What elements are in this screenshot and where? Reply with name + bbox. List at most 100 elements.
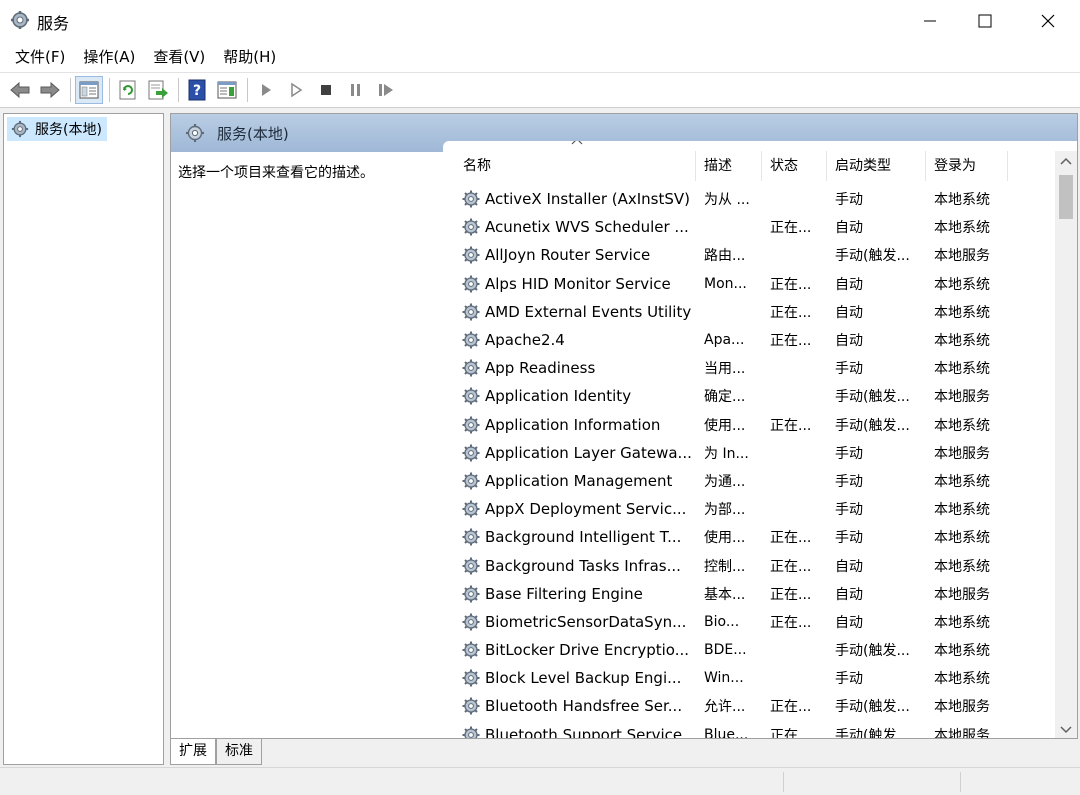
service-log-on-as: 本地系统 (934, 643, 990, 660)
tab-extended[interactable]: 扩展 (170, 739, 216, 765)
service-row[interactable]: BiometricSensorDataSyn... Bio... 正在... 自动 本地… (443, 608, 1063, 636)
toolbar-separator (109, 78, 110, 102)
service-row[interactable]: Application Identity 确定... 手动(触发... 本地服务 (443, 382, 1063, 410)
service-row[interactable]: BitLocker Drive Encryptio... BDE... 手动(触发.… (443, 636, 1063, 664)
menu-file[interactable]: 文件(F) (6, 42, 74, 72)
maximize-button[interactable] (955, 0, 1015, 42)
service-description: 使用... (704, 530, 746, 547)
description-prompt: 选择一个项目来查看它的描述。 (178, 165, 374, 181)
service-name: App Readiness (485, 359, 596, 378)
services-gear-icon (186, 124, 204, 142)
vertical-scrollbar[interactable] (1055, 151, 1077, 738)
title-bar: 服务 (0, 0, 1080, 42)
service-row[interactable]: Background Tasks Infras... 控制... 正在... 自动 本地… (443, 551, 1063, 579)
service-row[interactable]: AMD External Events Utility 正在... 自动 本地系统 (443, 298, 1063, 326)
status-bar-separator (960, 772, 961, 792)
help-button[interactable]: ? (183, 76, 211, 104)
service-log-on-as: 本地服务 (934, 699, 990, 716)
service-name: BiometricSensorDataSyn... (485, 612, 687, 631)
service-row[interactable]: Apache2.4 Apa... 正在... 自动 本地系统 (443, 326, 1063, 354)
service-log-on-as: 本地服务 (934, 445, 990, 462)
service-status: 正在... (770, 614, 812, 631)
service-row[interactable]: App Readiness 当用... 手动 本地系统 (443, 354, 1063, 382)
minimize-icon (924, 20, 936, 22)
service-startup-type: 手动 (835, 445, 863, 462)
service-gear-icon (462, 387, 480, 405)
service-name: Application Identity (485, 387, 632, 406)
menu-help[interactable]: 帮助(H) (214, 42, 285, 72)
service-startup-type: 手动 (835, 361, 863, 378)
properties-pane-button[interactable] (213, 76, 241, 104)
service-row[interactable]: ActiveX Installer (AxInstSV) 为从 ... 手动 本地系统 (443, 185, 1063, 213)
tab-standard[interactable]: 标准 (216, 739, 262, 765)
service-name: AMD External Events Utility (485, 302, 692, 321)
service-description: BDE... (704, 642, 747, 659)
service-startup-type: 手动(触发... (835, 699, 910, 716)
view-tabs: 扩展 标准 (170, 739, 262, 765)
service-startup-type: 自动 (835, 614, 863, 631)
service-row[interactable]: Application Layer Gatewa... 为 In... 手动 本地服务 (443, 439, 1063, 467)
service-name: Application Information (485, 415, 661, 434)
resume-service-button[interactable] (372, 76, 400, 104)
scrollbar-thumb[interactable] (1059, 175, 1073, 219)
back-button[interactable] (6, 76, 34, 104)
service-row[interactable]: AllJoyn Router Service 路由... 手动(触发... 本地服务 (443, 241, 1063, 269)
service-name-cell: Background Tasks Infras... (443, 556, 696, 576)
service-row[interactable]: Bluetooth Support Service Blue... 正在... 手动(… (443, 721, 1063, 739)
service-row[interactable]: Base Filtering Engine 基本... 正在... 自动 本地服务 (443, 580, 1063, 608)
service-row[interactable]: AppX Deployment Servic... 为部... 手动 本地系统 (443, 495, 1063, 523)
column-description[interactable]: 描述 (696, 151, 762, 181)
service-description: Blue... (704, 726, 749, 739)
column-log-on-as[interactable]: 登录为 (926, 151, 1008, 181)
scroll-up-icon[interactable] (1060, 157, 1072, 165)
start-service-alt-icon (291, 82, 303, 98)
menu-action[interactable]: 操作(A) (74, 42, 144, 72)
export-list-button[interactable] (144, 76, 172, 104)
service-row[interactable]: Application Management 为通... 手动 本地系统 (443, 467, 1063, 495)
service-gear-icon (462, 303, 480, 321)
service-row[interactable]: Background Intelligent T... 使用... 正在... 手动 本… (443, 523, 1063, 551)
service-startup-type: 自动 (835, 333, 863, 350)
service-gear-icon (462, 528, 480, 546)
sort-ascending-icon (571, 141, 583, 145)
service-status: 正在... (770, 586, 812, 603)
service-row[interactable]: Acunetix WVS Scheduler ... 正在... 自动 本地系统 (443, 213, 1063, 241)
window-title: 服务 (37, 14, 70, 33)
show-hide-console-tree-button[interactable] (75, 76, 103, 104)
forward-button[interactable] (36, 76, 64, 104)
pause-service-button[interactable] (342, 76, 370, 104)
service-gear-icon (462, 331, 480, 349)
column-name[interactable]: 名称 (443, 141, 696, 181)
service-gear-icon (462, 641, 480, 659)
start-service-button[interactable] (252, 76, 280, 104)
refresh-button[interactable] (114, 76, 142, 104)
column-log-on-as-label: 登录为 (934, 158, 976, 174)
column-status[interactable]: 状态 (762, 151, 827, 181)
service-description: 为从 ... (704, 192, 750, 209)
service-name-cell: AppX Deployment Servic... (443, 499, 696, 519)
service-row[interactable]: Alps HID Monitor Service Mon... 正在... 自动 本地系… (443, 270, 1063, 298)
back-arrow-icon (10, 81, 30, 99)
column-description-label: 描述 (704, 158, 732, 174)
service-name: Application Layer Gatewa... (485, 443, 692, 462)
column-startup-type[interactable]: 启动类型 (827, 151, 926, 181)
service-startup-type: 自动 (835, 586, 863, 603)
scroll-down-icon[interactable] (1060, 726, 1072, 734)
service-row[interactable]: Application Information 使用... 正在... 手动(触发..… (443, 411, 1063, 439)
service-log-on-as: 本地系统 (934, 220, 990, 237)
service-row[interactable]: Bluetooth Handsfree Ser... 允许... 正在... 手动(触… (443, 692, 1063, 720)
service-startup-type: 手动(触发... (835, 389, 910, 406)
service-log-on-as: 本地系统 (934, 502, 990, 519)
tree-item-services-local[interactable]: 服务(本地) (7, 117, 107, 141)
service-row[interactable]: Block Level Backup Engi... Win... 手动 本地系统 (443, 664, 1063, 692)
service-gear-icon (462, 416, 480, 434)
tree-item-label: 服务(本地) (35, 122, 102, 138)
stop-service-button[interactable] (312, 76, 340, 104)
service-gear-icon (462, 218, 480, 236)
start-service-alt-button[interactable] (282, 76, 310, 104)
service-name: AllJoyn Router Service (485, 246, 651, 265)
service-startup-type: 手动(触发... (835, 417, 910, 434)
menu-view[interactable]: 查看(V) (144, 42, 214, 72)
minimize-button[interactable] (900, 0, 960, 42)
close-button[interactable] (1018, 0, 1078, 42)
